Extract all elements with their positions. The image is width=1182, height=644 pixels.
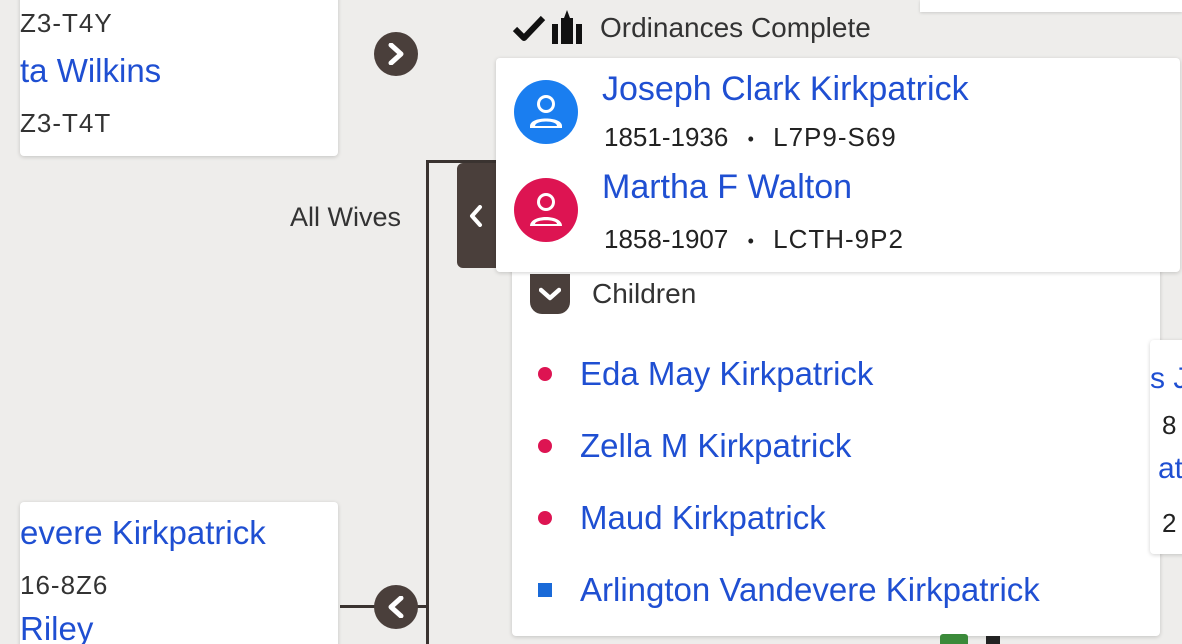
husband-name-link[interactable]: Joseph Clark Kirkpatrick [602,70,969,109]
partial-text: 2 [1162,508,1177,538]
partial-temple-icon [986,636,1000,644]
female-bullet-icon [538,439,552,453]
navigate-right-button[interactable] [374,32,418,76]
tree-connector-vertical [426,160,429,644]
child-item[interactable]: Zella M Kirkpatrick [538,423,851,469]
person-id-text: Z3-T4Y [20,8,113,38]
partial-name: s J [1150,362,1182,395]
person-name-link[interactable]: evere Kirkpatrick [20,514,266,552]
male-person-icon [514,80,578,144]
person-id-text: Z3-T4T [20,108,112,138]
person-name-link[interactable]: ta Wilkins [20,52,161,90]
female-bullet-icon [538,367,552,381]
collapse-children-button[interactable] [530,274,570,314]
partial-status-icon [940,634,968,644]
children-panel: Children Eda May Kirkpatrick Zella M Kir… [512,250,1160,636]
children-toggle[interactable]: Children [530,274,696,314]
ordinances-label: Ordinances Complete [600,12,871,43]
husband-id: L7P9-S69 [773,122,897,152]
child-name-link[interactable]: Maud Kirkpatrick [580,499,826,537]
male-bullet-icon [538,583,552,597]
child-name-link[interactable]: Arlington Vandevere Kirkpatrick [580,571,1040,609]
right-partial-card[interactable]: s J 8 at 2 [1150,340,1182,554]
left-bottom-person-card[interactable]: evere Kirkpatrick 16-8Z6 Riley [20,502,338,644]
husband-details: 1851-1936 • L7P9-S69 [604,122,897,153]
chevron-left-icon [388,596,404,618]
female-bullet-icon [538,511,552,525]
chevron-left-icon [470,204,482,227]
person-name-link[interactable]: Riley [20,610,93,644]
separator-dot: • [747,128,754,149]
children-label: Children [592,278,697,309]
partial-name: at [1158,452,1182,485]
child-item[interactable]: Eda May Kirkpatrick [538,351,873,397]
checkmark-icon [512,15,546,41]
wife-details: 1858-1907 • LCTH-9P2 [604,224,904,255]
child-name-link[interactable]: Eda May Kirkpatrick [580,355,873,393]
person-id-text: 16-8Z6 [20,570,109,600]
temple-icon [552,10,582,44]
separator-dot: • [747,230,754,251]
female-person-icon [514,178,578,242]
child-item[interactable]: Arlington Vandevere Kirkpatrick [538,567,1040,613]
ordinances-card-edge [920,0,1182,12]
child-name-link[interactable]: Zella M Kirkpatrick [580,427,851,465]
child-item[interactable]: Maud Kirkpatrick [538,495,826,541]
navigate-left-button[interactable] [374,585,418,629]
husband-dates: 1851-1936 [604,122,729,152]
chevron-down-icon [539,287,561,301]
chevron-right-icon [388,43,404,65]
left-top-person-card[interactable]: Z3-T4Y ta Wilkins Z3-T4T [20,0,338,156]
all-wives-label: All Wives [290,202,402,232]
wife-dates: 1858-1907 [604,224,729,254]
wife-id: LCTH-9P2 [773,224,904,254]
wife-name-link[interactable]: Martha F Walton [602,168,852,207]
ordinances-status: Ordinances Complete [512,6,871,50]
partial-text: 8 [1162,410,1177,440]
couple-card: Joseph Clark Kirkpatrick 1851-1936 • L7P… [496,58,1180,272]
